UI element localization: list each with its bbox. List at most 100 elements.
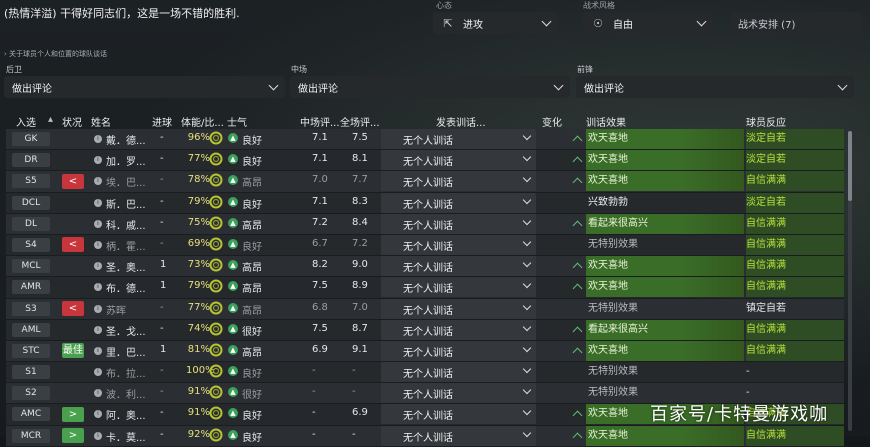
style-select[interactable]: ☉ 自由 [583,12,713,34]
info-icon[interactable]: i [94,325,102,334]
info-icon[interactable]: i [94,389,102,398]
morale-arrow-icon: ▲ [228,154,238,165]
player-name[interactable]: 波．利... [106,386,146,401]
chevron-down-icon [522,195,532,204]
chevron-down-icon [522,174,532,183]
goals-value: - [160,174,164,186]
table-row[interactable]: DR i 加．罗... - 77% ▲ 良好 7.1 8.1 无个人训话 欢天喜地 淡定自若 [6,150,844,172]
full-rating-value: 9.1 [352,343,368,355]
table-row[interactable]: MCL i 圣．奥... 1 73% ▲ 高昂 8.2 9.0 无个人训话 欢天喜地 自信满满 [6,256,844,278]
player-name[interactable]: 布．拉... [106,365,146,380]
player-name[interactable]: 里．巴... [106,344,146,359]
info-icon[interactable]: i [94,410,102,419]
table-row[interactable]: S4 < i 柄．霍... - 69% ▲ 良好 6.7 7.2 无个人训话 无特别效果 自信满满 [6,234,844,257]
player-name[interactable]: 加．罗... [106,153,146,168]
player-name[interactable]: 阿．奥... [106,407,146,422]
info-icon[interactable]: i [94,368,102,377]
individual-talk-select[interactable]: 无个人训话 [381,277,536,298]
fitness-ring-icon [209,364,223,378]
col-effect[interactable]: 训话效果 [586,114,626,129]
morale-value: 良好 [242,411,262,423]
player-reaction: 淡定自若 [746,129,844,149]
defenders-comment-select[interactable]: 做出评论 [4,76,285,98]
individual-talk-select[interactable]: 无个人训话 [381,340,536,361]
mentality-label: 心态 [436,1,452,10]
goals-value: 1 [160,259,167,271]
mid-rating-value: 7.1 [312,153,328,165]
info-icon[interactable]: i [94,135,102,143]
scrollbar-thumb[interactable] [848,131,852,201]
col-selection[interactable]: 入选 [16,114,36,129]
individual-talk-select[interactable]: 无个人训话 [381,256,536,277]
scrollbar[interactable] [848,131,852,431]
player-name[interactable]: 斯．巴... [106,196,146,211]
col-reaction[interactable]: 球员反应 [746,114,786,129]
col-fitness[interactable]: 体能/比... [181,114,224,129]
player-name[interactable]: 科．戚... [106,217,146,232]
goals-value: - [160,237,164,249]
change-up-icon [572,283,583,294]
morale-arrow-icon: ▲ [228,429,238,440]
morale-value: 良好 [242,432,262,444]
player-name[interactable]: 卡．莫... [106,429,146,444]
individual-talk-value: 无个人训话 [403,263,453,275]
tactic-arrangement-button[interactable]: 战术安排 (7) [730,12,862,34]
mentality-select[interactable]: ⇱ 进攻 [433,12,558,34]
table-row[interactable]: DL i 科．戚... - 75% ▲ 高昂 7.2 8.4 无个人训话 看起来很高兴 自信满满 [6,213,844,235]
forwards-comment-select[interactable]: 做出评论 [576,76,854,98]
table-row[interactable]: S3 < i 苏晖 - 77% ▲ 高昂 6.8 7.0 无个人训话 无特别效果 镇定自若 [6,298,844,320]
table-row[interactable]: S5 < i 埃．巴... - 78% ▲ 高昂 7.0 7.7 无个人训话 欢天喜地 自信满满 [6,171,844,193]
col-change[interactable]: 变化 [542,114,562,129]
col-goals[interactable]: 进球 [152,114,172,129]
info-icon[interactable]: i [94,219,102,228]
info-icon[interactable]: i [94,262,102,271]
table-row[interactable]: S1 i 布．拉... - 100% ▲ 良好 - - 无个人训话 无特别效果 - [6,362,844,384]
col-mid-rating[interactable]: 中场评... [300,114,340,129]
goals-value: - [160,195,164,207]
table-row[interactable]: GK i 戴．德... - 96% ▲ 良好 7.1 7.5 无个人训话 欢天喜地 淡定自若 [6,129,844,151]
col-talk[interactable]: 发表训话... [436,114,486,129]
player-name[interactable]: 柄．霍... [106,238,146,253]
individual-talk-select[interactable]: 无个人训话 [381,298,536,319]
individual-talk-select[interactable]: 无个人训话 [381,213,536,234]
info-icon[interactable]: i [94,240,102,249]
goals-value: - [160,153,164,165]
individual-talk-select[interactable]: 无个人训话 [381,129,536,149]
individual-talk-select[interactable]: 无个人训话 [381,171,536,192]
table-row[interactable]: MCR > i 卡．莫... -92% ▲ 良好 - - 无个人训话 欢天喜地 自信满满 [6,425,844,447]
individual-talk-select[interactable]: 无个人训话 [381,383,536,404]
chevron-down-icon [522,258,532,268]
individual-talk-select[interactable]: 无个人训话 [381,192,536,213]
table-row[interactable]: STC 最佳 i 里．巴... 1 81% ▲ 高昂 6.9 9.1 无个人训话 欢天喜地 自信满满 [6,340,844,363]
individual-talk-select[interactable]: 无个人训话 [381,362,536,383]
player-name[interactable]: 苏晖 [106,302,126,317]
col-status[interactable]: 状况 [62,114,82,129]
individual-talk-select[interactable]: 无个人训话 [381,234,536,255]
position-chip: S4 [12,237,50,252]
info-icon[interactable]: i [94,283,102,292]
chevron-down-icon [837,80,848,90]
player-name[interactable]: 戴．德... [106,132,146,147]
player-name[interactable]: 圣．奥... [106,259,146,274]
col-name[interactable]: 姓名 [91,114,111,129]
table-row[interactable]: DCL i 斯．巴... - 79% ▲ 良好 7.1 8.3 无个人训话 兴致勃勃 淡定自若 [6,192,844,214]
info-icon[interactable]: i [94,156,102,165]
info-icon[interactable]: i [94,177,102,186]
info-icon[interactable]: i [94,304,102,313]
player-name[interactable]: 圣．戈... [106,323,146,338]
player-name[interactable]: 埃．巴... [106,174,146,189]
info-icon[interactable]: i [94,198,102,207]
midfielders-comment-select[interactable]: 做出评论 [290,76,570,98]
mid-rating-value: 7.5 [312,280,328,292]
individual-talk-select[interactable]: 无个人训话 [381,319,536,340]
position-chip: MCL [12,259,50,274]
individual-talk-select[interactable]: 无个人训话 [381,404,536,425]
morale-arrow-icon: ▲ [228,175,238,186]
individual-talk-select[interactable]: 无个人训话 [381,150,536,171]
player-name[interactable]: 布．德... [106,280,146,295]
table-row[interactable]: AML i 圣．戈... - 74% ▲ 很好 7.5 8.7 无个人训话 看起来很高兴 自信满满 [6,319,844,341]
col-morale[interactable]: 士气 [227,114,247,129]
info-icon[interactable]: i [94,346,102,355]
table-row[interactable]: AMR i 布．德... 1 79% ▲ 高昂 7.5 8.9 无个人训话 欢天喜地 自信满满 [6,277,844,299]
col-full-rating[interactable]: 全场评... [340,114,380,129]
